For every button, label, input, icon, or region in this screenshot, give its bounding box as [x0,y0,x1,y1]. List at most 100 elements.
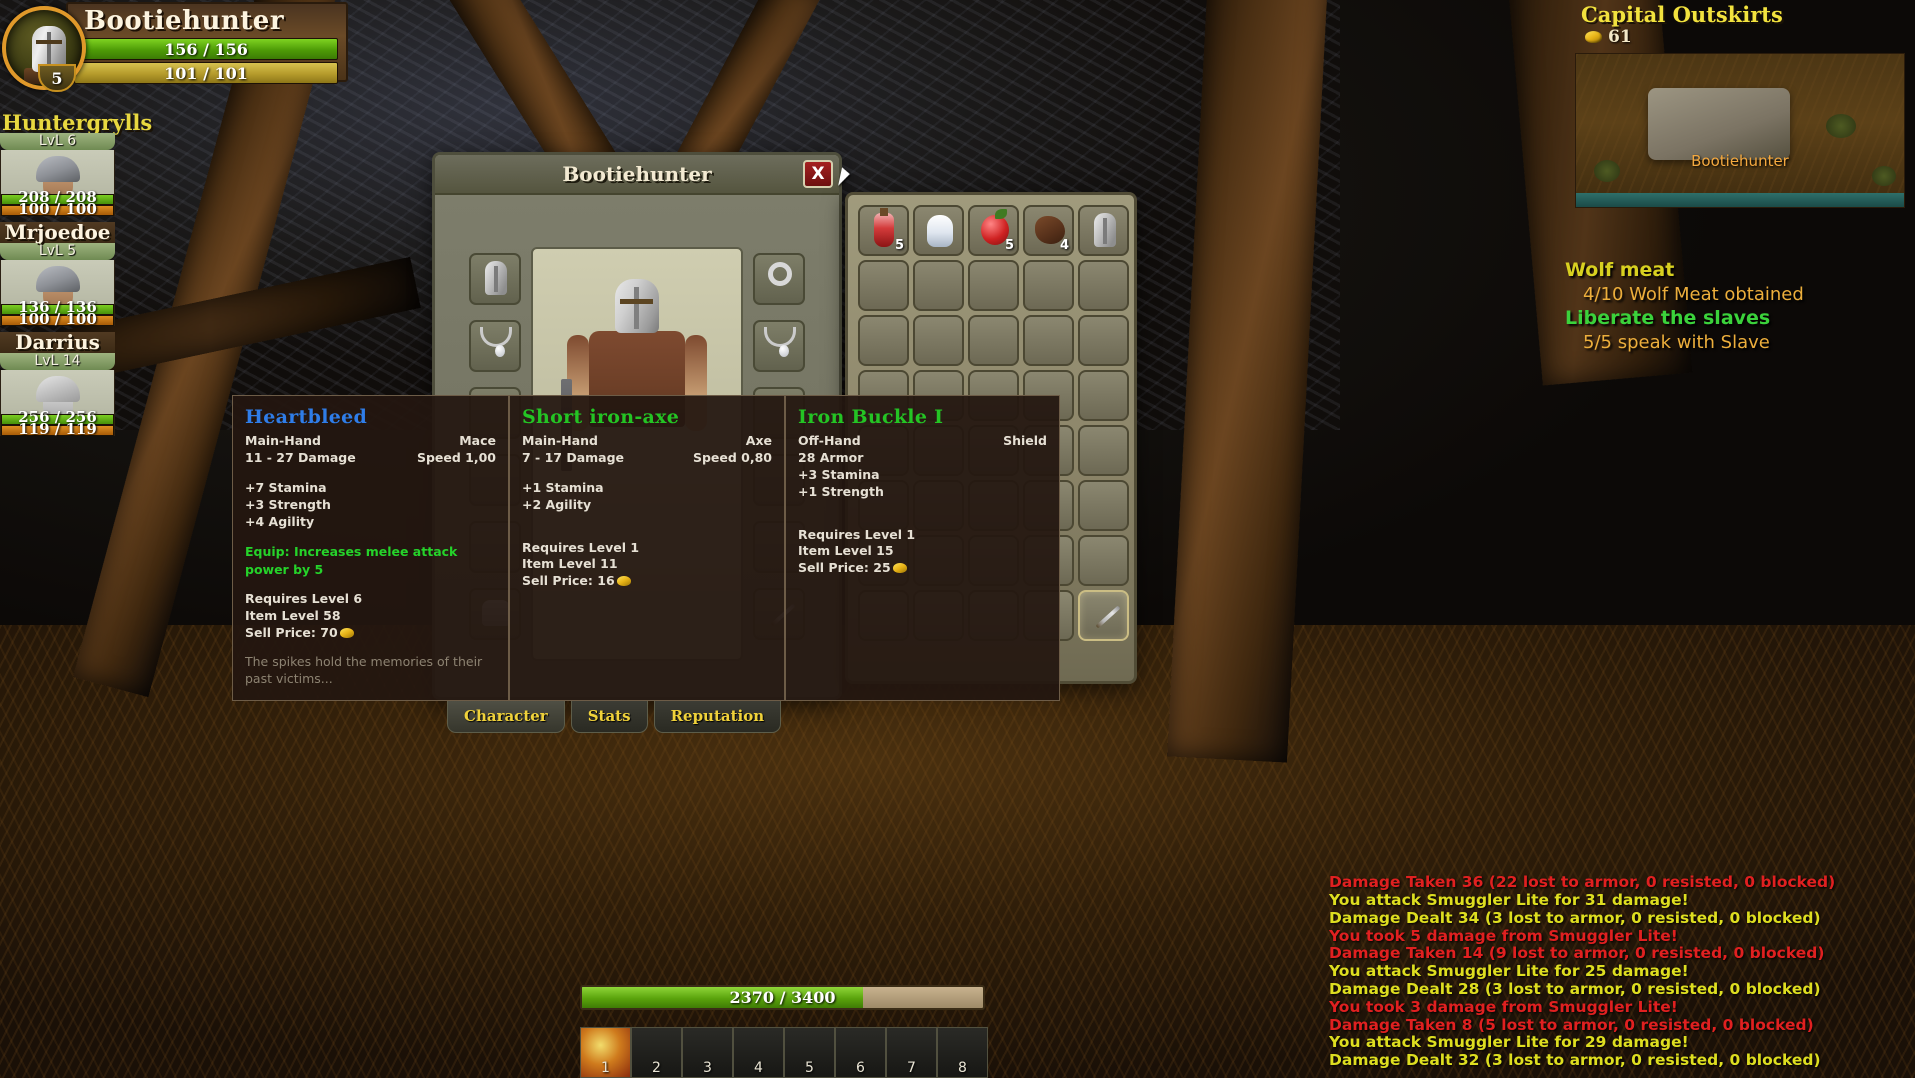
party-member[interactable]: LvL 6 208 / 208 100 / 100 [0,133,115,216]
tooltip-armor: 28 Armor [798,449,864,465]
tooltip-sell-price-row: Sell Price: 70 [245,625,496,642]
necklace-icon [480,327,512,357]
coin-icon [616,576,631,587]
combat-log-line: You attack Smuggler Lite for 31 damage! [1329,890,1689,909]
quest-title: Wolf meat [1565,259,1675,281]
ring-icon [768,262,792,286]
tooltip-weapon-type: Axe [745,433,772,448]
action-bar: 1 2 3 4 5 6 7 8 [580,1027,988,1078]
inventory-slot[interactable] [968,315,1019,366]
combat-log[interactable]: Damage Taken 36 (22 lost to armor, 0 res… [1329,873,1909,1070]
tooltip-slot: Off-Hand [798,433,861,448]
inventory-slot[interactable] [1078,480,1129,531]
item-tooltip: Heartbleed Main-Hand Mace 11 - 27 Damage… [232,395,509,701]
action-slot-key: 1 [601,1060,610,1076]
character-window-title-bar[interactable]: Bootiehunter X [435,155,839,195]
quest-entry[interactable]: Wolf meat 4/10 Wolf Meat obtained [1565,258,1905,306]
inventory-slot[interactable] [1078,535,1129,586]
inventory-slot[interactable] [1078,205,1129,256]
tooltip-speed: Speed 0,80 [692,449,772,465]
minimap-bush [1594,160,1620,182]
tooltip-damage: 7 - 17 Damage [522,449,625,465]
inventory-slot[interactable] [858,260,909,311]
party-member[interactable]: Darrius LvL 14 256 / 256 119 / 119 [0,332,115,436]
tooltip-stat: +4 Agility [245,513,315,529]
player-health-value: 156 / 156 [164,39,248,59]
combat-log-line: Damage Dealt 34 (3 lost to armor, 0 resi… [1329,908,1821,927]
combat-log-line: Damage Dealt 28 (3 lost to armor, 0 resi… [1329,979,1821,998]
action-slot-5[interactable]: 5 [784,1027,835,1078]
tooltip-flavor-text: The spikes hold the memories of their pa… [245,654,483,686]
quest-entry[interactable]: Liberate the slaves 5/5 speak with Slave [1565,306,1905,354]
player-mana-bar: 101 / 101 [74,62,338,84]
paperdoll-helm-icon [615,279,659,333]
player-mana-value: 101 / 101 [164,63,248,83]
tooltip-requires-level: Requires Level 1 [522,539,640,555]
inventory-slot[interactable] [1023,260,1074,311]
inventory-slot[interactable] [913,205,964,256]
inventory-slot[interactable]: 5 [858,205,909,256]
action-slot-key: 5 [805,1060,814,1076]
party-member-portrait[interactable]: 208 / 208 100 / 100 [0,150,115,216]
equip-slot-head[interactable] [469,253,521,305]
helmet-icon [35,266,80,292]
inventory-slot[interactable] [1078,315,1129,366]
party-member[interactable]: Mrjoedoe LvL 5 136 / 136 100 / 100 [0,222,115,326]
tooltip-equip-effect: Equip: Increases melee attack power by 5 [245,544,458,577]
equip-slot-amulet[interactable] [753,320,805,372]
player-unit-frame[interactable]: Bootiehunter 156 / 156 101 / 101 5 [0,2,348,92]
equip-slot-ring[interactable] [753,253,805,305]
party-list: Huntergrylls LvL 6 208 / 208 100 / 100 M… [0,112,152,442]
tooltip-sell-price: Sell Price: 25 [798,560,891,576]
action-slot-3[interactable]: 3 [682,1027,733,1078]
tab-stats[interactable]: Stats [570,701,648,733]
action-slot-key: 2 [652,1060,661,1076]
inventory-slot[interactable] [1023,315,1074,366]
tooltip-damage: 11 - 27 Damage [245,449,356,465]
combat-log-line: You attack Smuggler Lite for 25 damage! [1329,962,1689,981]
action-slot-4[interactable]: 4 [733,1027,784,1078]
action-slot-1[interactable]: 1 [580,1027,631,1078]
action-slot-8[interactable]: 8 [937,1027,988,1078]
party-member-portrait[interactable]: 256 / 256 119 / 119 [0,370,115,436]
coin-icon [339,628,354,639]
tooltip-stat: +1 Strength [798,483,884,499]
action-slot-6[interactable]: 6 [835,1027,886,1078]
inventory-slot[interactable] [858,315,909,366]
inventory-slot[interactable]: 4 [1023,205,1074,256]
tooltip-sell-price-row: Sell Price: 25 [798,560,1047,577]
player-health-bar: 156 / 156 [74,38,338,60]
minimap[interactable]: Bootiehunter [1575,53,1905,208]
action-slot-2[interactable]: 2 [631,1027,682,1078]
inventory-slot[interactable] [913,315,964,366]
equip-slot-neck[interactable] [469,320,521,372]
inventory-slot[interactable] [968,260,1019,311]
tooltip-sell-price-row: Sell Price: 16 [522,573,772,590]
tab-character[interactable]: Character [447,701,565,733]
party-member-name: Darrius [0,332,115,353]
inventory-slot[interactable] [1078,370,1129,421]
party-member-mana-value: 100 / 100 [18,200,97,217]
action-slot-7[interactable]: 7 [886,1027,937,1078]
combat-log-line: Damage Taken 14 (9 lost to armor, 0 resi… [1329,944,1825,963]
party-member-mana-value: 119 / 119 [18,420,97,437]
tab-reputation[interactable]: Reputation [653,701,782,733]
minimap-bush [1872,166,1896,186]
party-member-level: LvL 6 [0,133,115,150]
tooltip-item-level: Item Level 58 [245,608,341,624]
coin-icon [1585,31,1602,43]
inventory-slot[interactable] [1078,260,1129,311]
inventory-slot[interactable] [913,260,964,311]
inventory-slot[interactable] [1078,590,1129,641]
close-icon[interactable]: X [803,160,833,188]
combat-log-line: You took 5 damage from Smuggler Lite! [1329,926,1678,945]
minimap-bush [1826,114,1856,138]
quest-title: Liberate the slaves [1565,307,1771,330]
quest-objective: 4/10 Wolf Meat obtained [1583,283,1804,305]
inventory-slot[interactable] [1078,425,1129,476]
item-tooltip: Iron Buckle I Off-Hand Shield 28 Armor +… [785,395,1060,701]
party-member-portrait[interactable]: 136 / 136 100 / 100 [0,260,115,326]
item-tooltip: Short iron-axe Main-Hand Axe 7 - 17 Dama… [509,395,785,701]
combat-log-line: You took 3 damage from Smuggler Lite! [1329,997,1678,1016]
inventory-slot[interactable]: 5 [968,205,1019,256]
